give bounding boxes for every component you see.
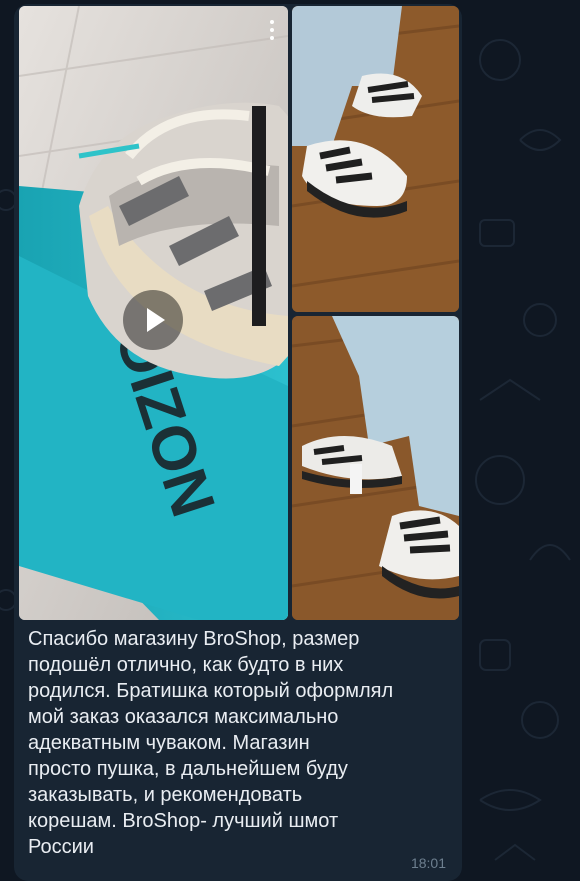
- play-icon[interactable]: [123, 290, 183, 350]
- message-time: 18:01: [410, 855, 446, 871]
- video-thumbnail[interactable]: POIZON: [19, 6, 288, 620]
- media-album: POIZON: [19, 6, 459, 620]
- more-vertical-icon[interactable]: [265, 18, 279, 44]
- photo-thumbnail-1[interactable]: [292, 6, 459, 312]
- photo-thumbnail-2[interactable]: [292, 316, 459, 620]
- message-bubble[interactable]: POIZON Спасибо магазину BroShop, размер …: [14, 4, 462, 881]
- message-text: Спасибо магазину BroShop, размер подошёл…: [28, 628, 394, 858]
